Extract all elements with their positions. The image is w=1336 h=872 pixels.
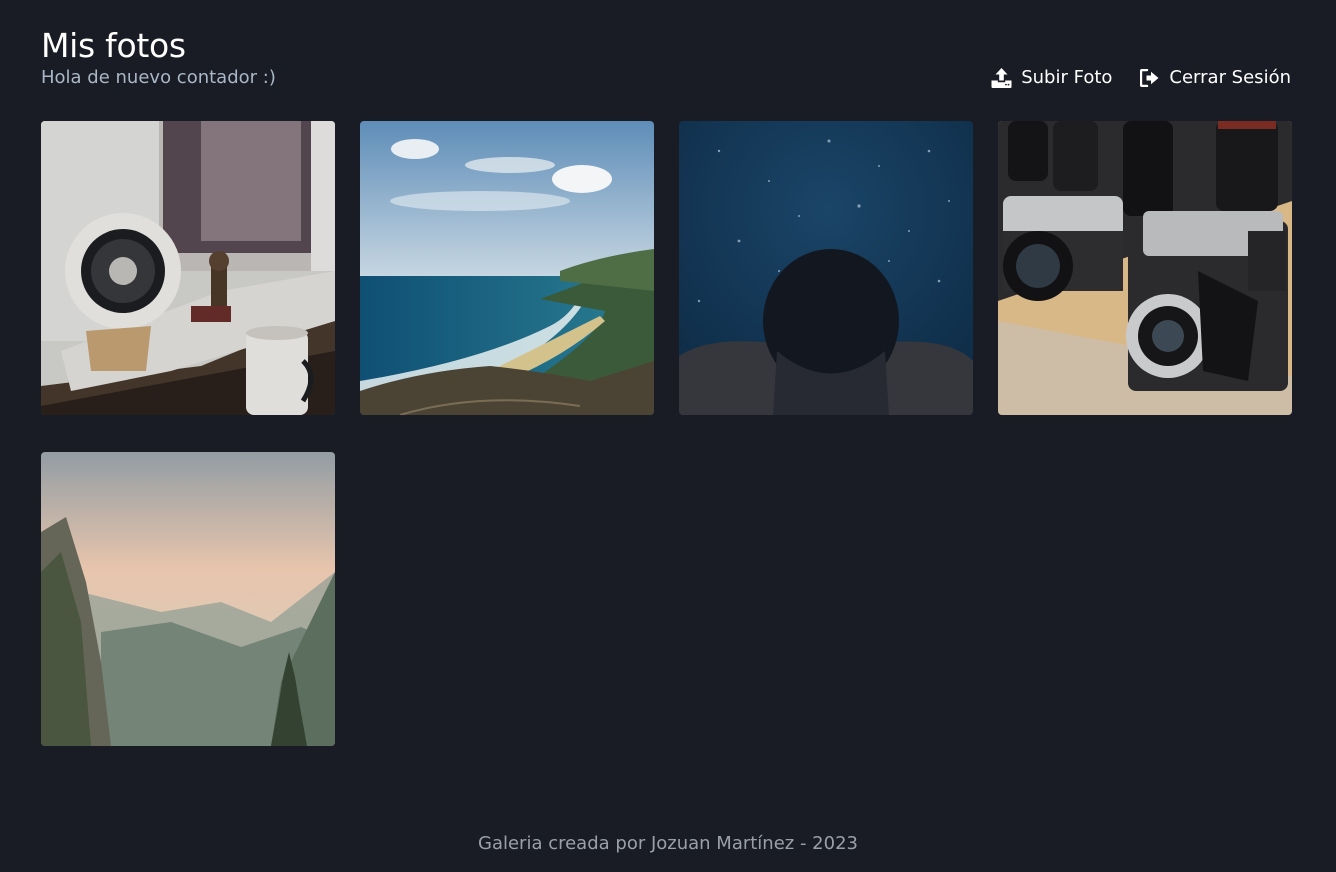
sign-out-icon: [1140, 69, 1160, 87]
photo-desk-speaker[interactable]: [41, 121, 335, 415]
underwater-image: [679, 121, 973, 415]
logout-button[interactable]: Cerrar Sesión: [1140, 66, 1291, 90]
page-title: Mis fotos: [41, 26, 186, 65]
upload-photo-button[interactable]: Subir Foto: [991, 66, 1112, 90]
cameras-image: [998, 121, 1292, 415]
photo-gallery: [41, 121, 1292, 746]
page: Mis fotos Hola de nuevo contador :) Subi…: [0, 0, 1336, 872]
desk-speaker-image: [41, 121, 335, 415]
logout-label: Cerrar Sesión: [1169, 67, 1291, 88]
header-actions: Subir Foto Cerrar Sesión: [991, 66, 1291, 90]
photo-underwater[interactable]: [679, 121, 973, 415]
photo-coastline[interactable]: [360, 121, 654, 415]
photo-cameras[interactable]: [998, 121, 1292, 415]
photo-valley[interactable]: [41, 452, 335, 746]
greeting-subtitle: Hola de nuevo contador :): [41, 67, 276, 88]
footer-credit: Galeria creada por Jozuan Martínez - 202…: [478, 833, 858, 854]
upload-icon: [991, 68, 1012, 88]
valley-image: [41, 452, 335, 746]
header: Mis fotos Hola de nuevo contador :) Subi…: [41, 26, 1291, 96]
coastline-image: [360, 121, 654, 415]
upload-photo-label: Subir Foto: [1021, 67, 1113, 88]
